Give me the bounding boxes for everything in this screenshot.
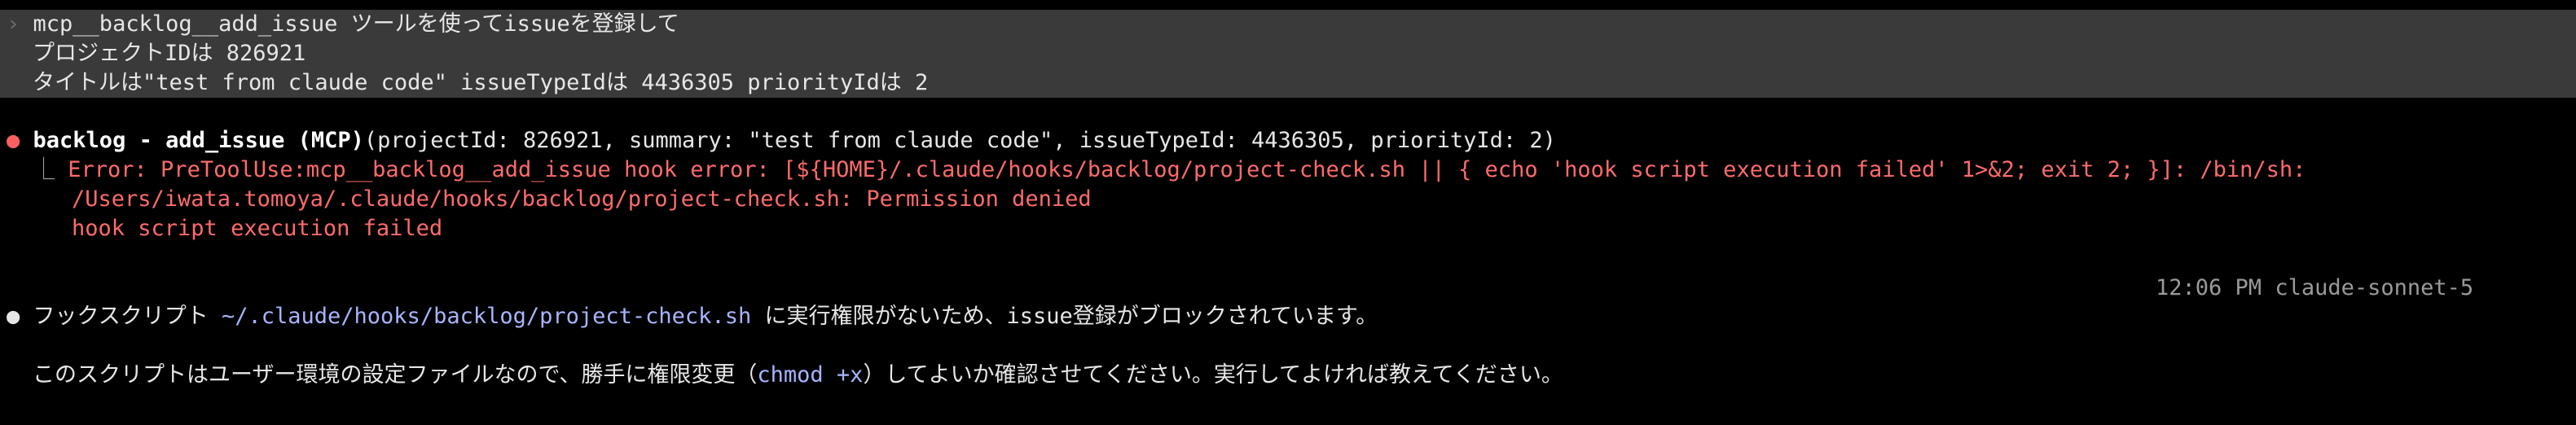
tool-name: backlog - add_issue (MCP) bbox=[33, 128, 364, 153]
error-line-2: /Users/iwata.tomoya/.claude/hooks/backlo… bbox=[72, 186, 1092, 212]
error-line-3: hook script execution failed bbox=[72, 216, 443, 241]
message-time: 12:06 PM bbox=[2156, 275, 2262, 300]
response-text-1a: フックスクリプト bbox=[33, 304, 222, 329]
chmod-command: chmod +x bbox=[757, 362, 864, 388]
tree-branch-icon: ⎿ bbox=[33, 157, 55, 182]
prompt-text-line-1: mcp__backlog__add_issue ツールを使ってissueを登録し… bbox=[33, 11, 679, 37]
user-prompt-line-1: › mcp__backlog__add_issue ツールを使ってissueを登… bbox=[7, 10, 679, 39]
error-line-1: ⎿ Error: PreToolUse:mcp__backlog__add_is… bbox=[33, 156, 2306, 185]
response-text-1b: に実行権限がないため、issue登録がブロックされています。 bbox=[751, 304, 1378, 329]
error-status-dot-icon: ● bbox=[7, 128, 20, 153]
prompt-text-line-2: プロジェクトIDは 826921 bbox=[33, 41, 306, 66]
tool-args: (projectId: 826921, summary: "test from … bbox=[363, 128, 1556, 153]
tool-call-line: ● backlog - add_issue (MCP)(projectId: 8… bbox=[7, 126, 1556, 156]
assistant-response-line-2: このスクリプトはユーザー環境の設定ファイルなので、勝手に権限変更（chmod +… bbox=[33, 361, 1563, 390]
response-text-2b: ）してよいか確認させてください。実行してよければ教えてください。 bbox=[863, 362, 1563, 388]
assistant-response-line-1: ● フックスクリプト ~/.claude/hooks/backlog/proje… bbox=[7, 302, 1378, 331]
hook-script-path: ~/.claude/hooks/backlog/project-check.sh bbox=[221, 304, 752, 329]
prompt-chevron-icon: › bbox=[7, 11, 20, 37]
error-text-1: Error: PreToolUse:mcp__backlog__add_issu… bbox=[68, 157, 2306, 182]
prompt-text-line-3: タイトルは"test from claude code" issueTypeId… bbox=[33, 70, 929, 95]
model-name: claude-sonnet-5 bbox=[2275, 275, 2474, 300]
message-meta: 12:06 PM claude-sonnet-5 bbox=[2156, 274, 2473, 303]
response-bullet-icon: ● bbox=[7, 304, 20, 329]
response-text-2a: このスクリプトはユーザー環境の設定ファイルなので、勝手に権限変更（ bbox=[33, 362, 758, 388]
